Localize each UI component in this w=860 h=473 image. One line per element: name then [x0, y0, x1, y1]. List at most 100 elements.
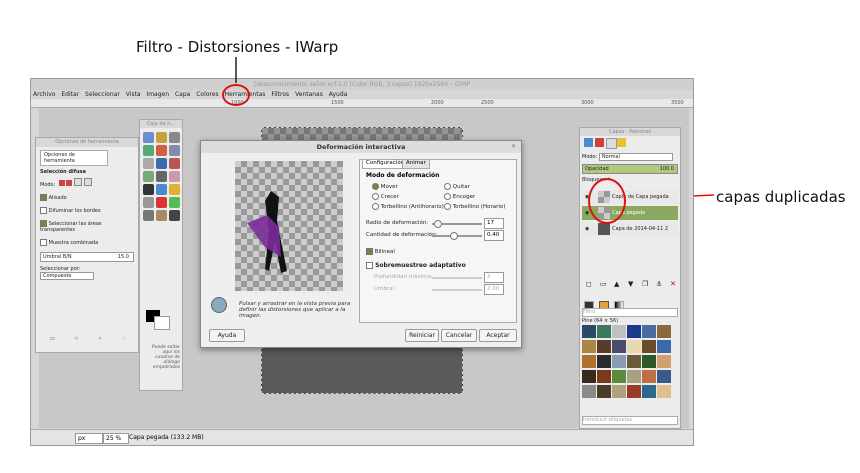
pattern-swatch[interactable] — [582, 385, 596, 398]
tool-icon[interactable] — [156, 158, 167, 169]
tool-icon[interactable] — [169, 210, 180, 221]
preview-canvas[interactable] — [235, 161, 343, 291]
mode-intersect-icon[interactable] — [83, 178, 92, 186]
tool-icon[interactable] — [143, 145, 154, 156]
tool-icon[interactable] — [143, 171, 154, 182]
bilinear-checkbox[interactable] — [366, 248, 373, 255]
pattern-swatch[interactable] — [642, 370, 656, 383]
layers-tab-icon[interactable] — [584, 138, 593, 147]
new-group-icon[interactable]: ▭ — [600, 280, 607, 288]
tool-icon[interactable] — [169, 171, 180, 182]
supersample-row[interactable]: Sobremuestreo adaptativo — [366, 262, 466, 269]
pattern-swatch[interactable] — [612, 325, 626, 338]
threshold-field[interactable]: Umbral B/N 15.0 — [40, 252, 134, 262]
pattern-swatch[interactable] — [657, 325, 671, 338]
visibility-eye-icon[interactable]: ◉ — [585, 210, 589, 216]
tool-icon[interactable] — [169, 132, 180, 143]
pattern-swatch[interactable] — [627, 340, 641, 353]
visibility-eye-icon[interactable]: ◉ — [585, 226, 589, 232]
mode-swirl-cw[interactable]: Torbellino (Horario) — [444, 203, 505, 210]
tool-icon[interactable] — [156, 132, 167, 143]
save-options-icon[interactable]: ▭ — [50, 336, 55, 342]
opacity-field[interactable]: Opacidad 100.0 — [582, 164, 678, 174]
menu-filtros[interactable]: Filtros — [271, 91, 289, 98]
pattern-filter-input[interactable]: Filtro — [582, 308, 678, 317]
mode-subtract-icon[interactable] — [74, 178, 83, 186]
pattern-swatch[interactable] — [597, 370, 611, 383]
mode-add-icon[interactable] — [66, 180, 73, 186]
close-icon[interactable]: ✕ — [511, 143, 516, 150]
paths-tab-icon[interactable] — [606, 138, 617, 149]
select-transparent-row[interactable]: Seleccionar las áreas transparentes — [40, 220, 134, 233]
pattern-swatch[interactable] — [642, 325, 656, 338]
amount-slider-knob[interactable] — [450, 232, 458, 240]
radius-slider-knob[interactable] — [434, 220, 442, 228]
pattern-swatch[interactable] — [582, 340, 596, 353]
feather-row[interactable]: Difuminar los bordes — [40, 207, 134, 214]
lower-layer-icon[interactable]: ▼ — [628, 280, 633, 288]
pattern-swatch[interactable] — [657, 385, 671, 398]
pattern-swatch[interactable] — [597, 325, 611, 338]
tool-icon[interactable] — [169, 197, 180, 208]
pattern-swatch[interactable] — [582, 325, 596, 338]
tool-icon[interactable] — [169, 158, 180, 169]
select-transparent-checkbox[interactable] — [40, 220, 47, 227]
menu-imagen[interactable]: Imagen — [146, 91, 169, 98]
tool-icon[interactable] — [143, 210, 154, 221]
tab-tool-options[interactable]: Opciones de herramienta — [40, 150, 108, 166]
pattern-swatch[interactable] — [597, 340, 611, 353]
max-depth-slider[interactable] — [432, 277, 482, 279]
max-depth-spinbox[interactable]: 3 — [484, 272, 504, 283]
channels-tab-icon[interactable] — [595, 138, 604, 147]
pattern-swatch[interactable] — [597, 385, 611, 398]
pattern-swatch[interactable] — [612, 385, 626, 398]
ok-button[interactable]: Aceptar — [479, 329, 517, 342]
pattern-swatch[interactable] — [612, 355, 626, 368]
mode-replace-icon[interactable] — [58, 180, 65, 186]
threshold-slider[interactable] — [432, 289, 482, 291]
pattern-swatch[interactable] — [627, 385, 641, 398]
select-by-dropdown[interactable]: Compuesto — [40, 272, 94, 280]
antialias-checkbox[interactable] — [40, 194, 47, 201]
tool-icon[interactable] — [169, 145, 180, 156]
menu-capa[interactable]: Capa — [175, 91, 190, 98]
pattern-swatch[interactable] — [642, 355, 656, 368]
tool-icon[interactable] — [169, 184, 180, 195]
tool-icon[interactable] — [156, 210, 167, 221]
menu-editar[interactable]: Editar — [61, 91, 79, 98]
pattern-swatch[interactable] — [612, 370, 626, 383]
duplicate-layer-icon[interactable]: ❐ — [642, 280, 648, 288]
tool-icon[interactable] — [143, 132, 154, 143]
mode-remove[interactable]: Quitar — [444, 183, 470, 190]
anchor-layer-icon[interactable]: ⚓ — [656, 280, 662, 288]
menu-vista[interactable]: Vista — [126, 91, 141, 98]
cancel-button[interactable]: Cancelar — [441, 329, 477, 342]
menu-seleccionar[interactable]: Seleccionar — [85, 91, 120, 98]
pattern-swatch[interactable] — [627, 325, 641, 338]
supersample-checkbox[interactable] — [366, 262, 373, 269]
pattern-swatch[interactable] — [627, 355, 641, 368]
zoom-dropdown[interactable]: 25 % — [103, 433, 129, 444]
pattern-tag-input[interactable]: Introducir etiquetas — [582, 416, 678, 425]
layer-row[interactable]: ◉ Capa de 2014-04-11 2 — [582, 222, 678, 236]
pattern-swatch[interactable] — [582, 370, 596, 383]
pattern-swatch[interactable] — [612, 340, 626, 353]
amount-spinbox[interactable]: 0.40 — [484, 230, 504, 241]
menu-colores[interactable]: Colores — [196, 91, 218, 98]
tab-animar[interactable]: Animar — [402, 159, 430, 169]
mode-grow[interactable]: Crecer — [372, 193, 399, 200]
radius-spinbox[interactable]: 17 — [484, 218, 504, 229]
pattern-swatch[interactable] — [597, 355, 611, 368]
menu-archivo[interactable]: Archivo — [33, 91, 55, 98]
tool-icon[interactable] — [143, 197, 154, 208]
new-layer-icon[interactable]: ◻ — [586, 280, 592, 288]
help-button[interactable]: Ayuda — [209, 329, 245, 342]
pattern-swatch[interactable] — [642, 340, 656, 353]
reset-button[interactable]: Reiniciar — [405, 329, 439, 342]
menu-ventanas[interactable]: Ventanas — [295, 91, 323, 98]
raise-layer-icon[interactable]: ▲ — [614, 280, 619, 288]
mode-shrink[interactable]: Encoger — [444, 193, 475, 200]
menu-ayuda[interactable]: Ayuda — [329, 91, 348, 98]
unit-dropdown[interactable]: px — [75, 433, 103, 444]
layer-mode-dropdown[interactable]: Normal — [598, 153, 673, 161]
